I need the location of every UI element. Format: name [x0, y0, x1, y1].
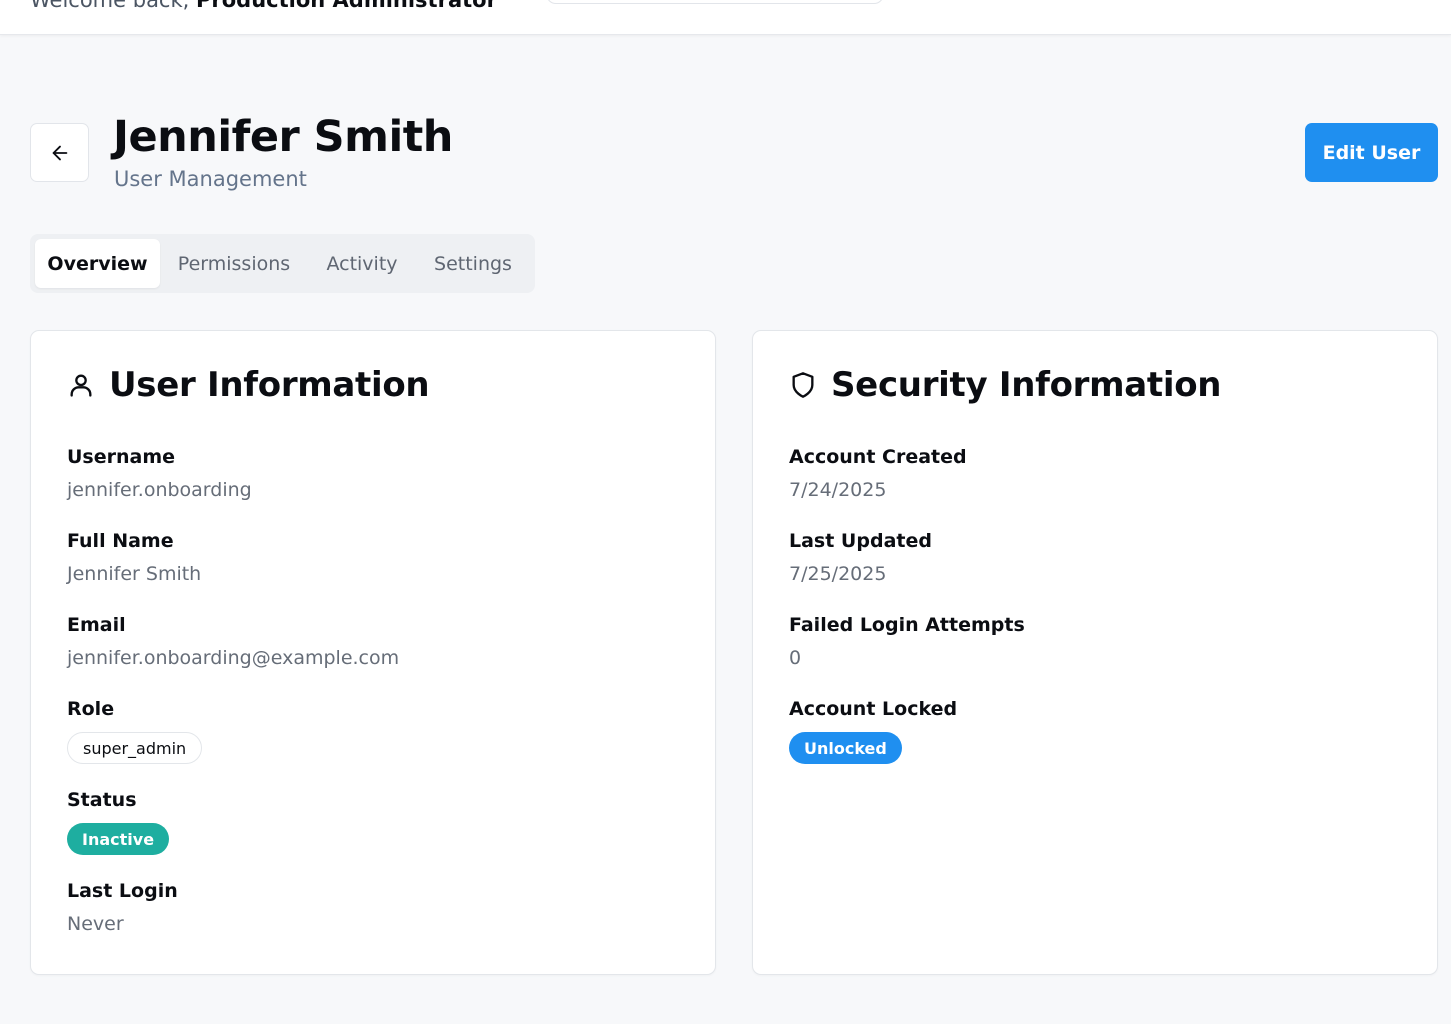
last-login-label: Last Login: [67, 880, 178, 902]
username-value: jennifer.onboarding: [67, 479, 252, 501]
shield-icon: [792, 372, 814, 398]
email-value: jennifer.onboarding@example.com: [67, 647, 400, 669]
welcome-prefix: Welcome back,: [30, 0, 196, 12]
arrow-left-icon: [52, 145, 67, 160]
status-label: Status: [67, 789, 137, 811]
failed-login-attempts-label: Failed Login Attempts: [789, 614, 1025, 636]
tab-settings[interactable]: Settings: [416, 239, 530, 288]
card-title: Security Information: [831, 365, 1222, 405]
account-locked-badge: Unlocked: [789, 732, 902, 764]
page-subtitle: User Management: [114, 167, 307, 191]
account-locked-label: Account Locked: [789, 698, 958, 720]
role-badge: super_admin: [67, 732, 203, 764]
tab-permissions[interactable]: Permissions: [160, 239, 308, 288]
failed-login-attempts-value: 0: [789, 647, 802, 669]
page-title: Jennifer Smith: [113, 112, 453, 162]
last-login-value: Never: [67, 913, 124, 935]
status-badge: Inactive: [67, 823, 170, 855]
top-bar: Welcome back, Production Administrator: [0, 0, 1451, 35]
tab-overview[interactable]: Overview: [35, 239, 160, 288]
security-information-card: Security Information Account Created 7/2…: [752, 330, 1438, 975]
account-created-value: 7/24/2025: [789, 479, 887, 501]
user-information-card: User Information Username jennifer.onboa…: [30, 330, 716, 975]
user-icon: [70, 374, 92, 397]
last-updated-value: 7/25/2025: [789, 563, 887, 585]
email-label: Email: [67, 614, 126, 636]
search-input[interactable]: [546, 0, 884, 4]
card-title: User Information: [109, 365, 430, 405]
back-button[interactable]: [30, 123, 89, 182]
welcome-user-name: Production Administrator: [196, 0, 497, 12]
tab-activity[interactable]: Activity: [308, 239, 416, 288]
tab-bar: Overview Permissions Activity Settings: [30, 234, 535, 293]
account-created-label: Account Created: [789, 446, 967, 468]
full-name-value: Jennifer Smith: [67, 563, 202, 585]
username-label: Username: [67, 446, 176, 468]
last-updated-label: Last Updated: [789, 530, 932, 552]
edit-user-button[interactable]: Edit User: [1305, 123, 1438, 182]
role-label: Role: [67, 698, 115, 720]
full-name-label: Full Name: [67, 530, 174, 552]
welcome-text: Welcome back, Production Administrator: [30, 0, 497, 12]
